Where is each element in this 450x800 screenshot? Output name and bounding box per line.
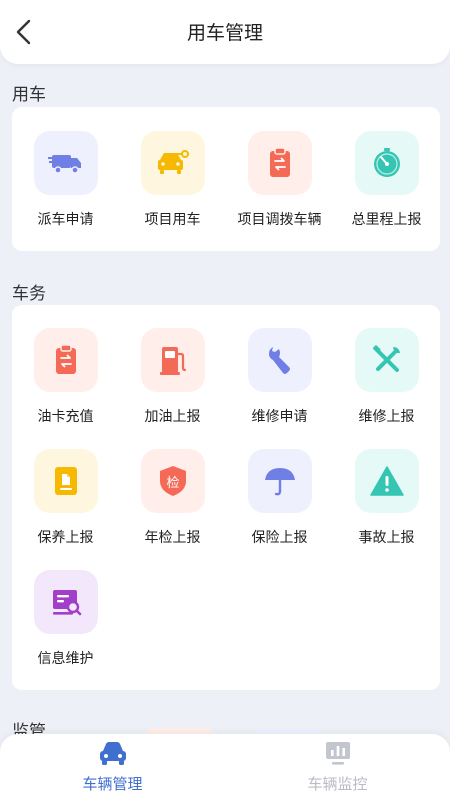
item-label: 总里程上报: [351, 212, 422, 228]
tile: [33, 449, 98, 513]
project-car-item[interactable]: 项目用车: [119, 131, 226, 229]
warning-icon: [369, 466, 404, 496]
total-mileage-item[interactable]: 总里程上报: [333, 131, 440, 229]
car-key-icon: [157, 150, 189, 174]
tab-vehicle-management[interactable]: 车辆管理: [0, 734, 225, 800]
top-nav-bar: 用车管理: [0, 0, 450, 64]
tile: [354, 449, 419, 513]
maintenance-report-item[interactable]: 保养上报: [12, 449, 119, 547]
info-maintenance-item[interactable]: 信息维护: [12, 570, 119, 668]
tile: [33, 328, 98, 392]
section-title-car-affairs: 车务: [12, 284, 46, 304]
tab-label: 车辆监控: [307, 775, 368, 793]
accident-report-item[interactable]: 事故上报: [333, 449, 440, 547]
tile: [33, 570, 98, 634]
odometer-icon: [373, 148, 400, 177]
wrench-icon: [268, 347, 290, 374]
document-icon: [54, 467, 77, 495]
badge-text: 检: [166, 476, 179, 491]
truck-icon: [47, 155, 81, 174]
clipboard-transfer-icon: [55, 344, 76, 374]
tile: [140, 328, 205, 392]
repair-request-item[interactable]: 维修申请: [226, 328, 333, 426]
tile: [354, 131, 419, 195]
monitor-chart-icon: [325, 742, 350, 765]
item-label: 信息维护: [37, 651, 94, 667]
bottom-tab-bar: 车辆管理 车辆监控: [0, 734, 450, 800]
tile: [247, 449, 312, 513]
tools-icon: [372, 345, 400, 372]
item-label: 派车申请: [37, 212, 94, 228]
tab-vehicle-monitoring[interactable]: 车辆监控: [225, 734, 450, 800]
tile: [247, 328, 312, 392]
tab-label: 车辆管理: [82, 775, 143, 793]
repair-report-item[interactable]: 维修上报: [333, 328, 440, 426]
use-car-card: 派车申请 项目用车 项目调拨车辆 总里程上报: [12, 107, 440, 251]
fuel-pump-icon: [159, 347, 186, 375]
info-maintenance-icon: [52, 590, 81, 616]
item-label: 项目调拨车辆: [237, 212, 322, 228]
item-label: 事故上报: [358, 530, 415, 546]
car-icon: [99, 742, 126, 765]
car-affairs-card: 油卡充值 加油上报 维修申请 维修上报 保养上报 检 年检上报 保险上报 事故上…: [12, 305, 440, 690]
tile: [354, 328, 419, 392]
dispatch-request-item[interactable]: 派车申请: [12, 131, 119, 229]
tile: 检: [140, 449, 205, 513]
tile: [33, 131, 98, 195]
annual-inspection-item[interactable]: 检 年检上报: [119, 449, 226, 547]
insurance-report-item[interactable]: 保险上报: [226, 449, 333, 547]
item-label: 项目用车: [144, 212, 201, 228]
refuel-report-item[interactable]: 加油上报: [119, 328, 226, 426]
item-label: 保养上报: [37, 530, 94, 546]
section-title-use-car: 用车: [12, 85, 46, 105]
tile: [140, 131, 205, 195]
inspection-badge-icon: 检: [159, 466, 186, 496]
page-title: 用车管理: [186, 22, 263, 44]
item-label: 维修申请: [251, 409, 308, 425]
umbrella-icon: [264, 468, 295, 496]
item-label: 加油上报: [144, 409, 201, 425]
fuel-card-recharge-item[interactable]: 油卡充值: [12, 328, 119, 426]
tile: [247, 131, 312, 195]
item-label: 油卡充值: [37, 409, 94, 425]
item-label: 保险上报: [251, 530, 308, 546]
clipboard-transfer-icon: [269, 147, 290, 177]
project-transfer-item[interactable]: 项目调拨车辆: [226, 131, 333, 229]
item-label: 年检上报: [144, 530, 201, 546]
item-label: 维修上报: [358, 409, 415, 425]
